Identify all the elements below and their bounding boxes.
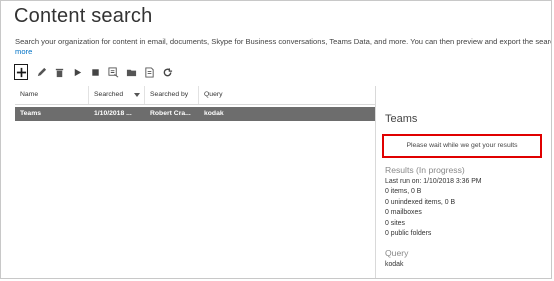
column-header-searched[interactable]: Searched	[89, 86, 145, 104]
new-search-button[interactable]	[14, 64, 28, 80]
table-row[interactable]: Teams 1/10/2018 ... Robert Cra... kodak	[15, 107, 375, 121]
result-sites: 0 sites	[385, 219, 405, 227]
column-header-searched-by[interactable]: Searched by	[145, 86, 199, 104]
refresh-button[interactable]	[161, 66, 174, 79]
column-header-label: Searched	[94, 91, 124, 98]
delete-button[interactable]	[53, 66, 66, 79]
result-mailboxes: 0 mailboxes	[385, 209, 422, 217]
trash-icon	[55, 68, 64, 77]
results-list: Last run on: 1/10/2018 3:36 PM 0 items, …	[385, 177, 482, 239]
edit-button[interactable]	[35, 66, 48, 79]
query-value: kodak	[385, 261, 404, 268]
start-button[interactable]	[71, 66, 84, 79]
stop-button[interactable]	[89, 66, 102, 79]
toolbar	[14, 62, 174, 82]
page-description: Search your organization for content in …	[15, 37, 552, 46]
document-icon	[145, 66, 154, 78]
folder-icon	[126, 69, 137, 76]
cell-searched-by: Robert Cra...	[150, 110, 191, 117]
more-link[interactable]: more	[15, 47, 32, 56]
cell-name: Teams	[20, 110, 42, 117]
grid-header: Name Searched Searched by Query	[15, 86, 375, 105]
refresh-icon	[163, 67, 173, 76]
sort-descending-icon	[134, 93, 140, 97]
cell-searched: 1/10/2018 ...	[94, 110, 132, 117]
result-items: 0 items, 0 B	[385, 188, 422, 196]
pencil-icon	[37, 67, 47, 76]
export-report-button[interactable]	[107, 66, 120, 79]
stop-icon	[92, 68, 99, 76]
query-heading: Query	[385, 248, 409, 258]
details-title: Teams	[385, 113, 418, 125]
column-header-name[interactable]: Name	[15, 86, 89, 104]
document-button[interactable]	[143, 66, 156, 79]
export-report-icon	[108, 66, 119, 77]
result-unindexed-items: 0 unindexed items, 0 B	[385, 198, 456, 206]
result-public-folders: 0 public folders	[385, 230, 432, 238]
page-title: Content search	[14, 5, 153, 27]
loading-message: Please wait while we get your results	[382, 134, 542, 158]
content-search-window: Content search Search your organization …	[0, 0, 552, 279]
open-folder-button[interactable]	[125, 66, 138, 79]
plus-icon	[16, 67, 26, 77]
panel-divider	[375, 86, 376, 278]
play-icon	[74, 68, 82, 76]
cell-query: kodak	[204, 110, 224, 117]
results-heading: Results (In progress)	[385, 165, 465, 175]
result-last-run: Last run on: 1/10/2018 3:36 PM	[385, 178, 482, 185]
column-header-query[interactable]: Query	[199, 86, 375, 104]
